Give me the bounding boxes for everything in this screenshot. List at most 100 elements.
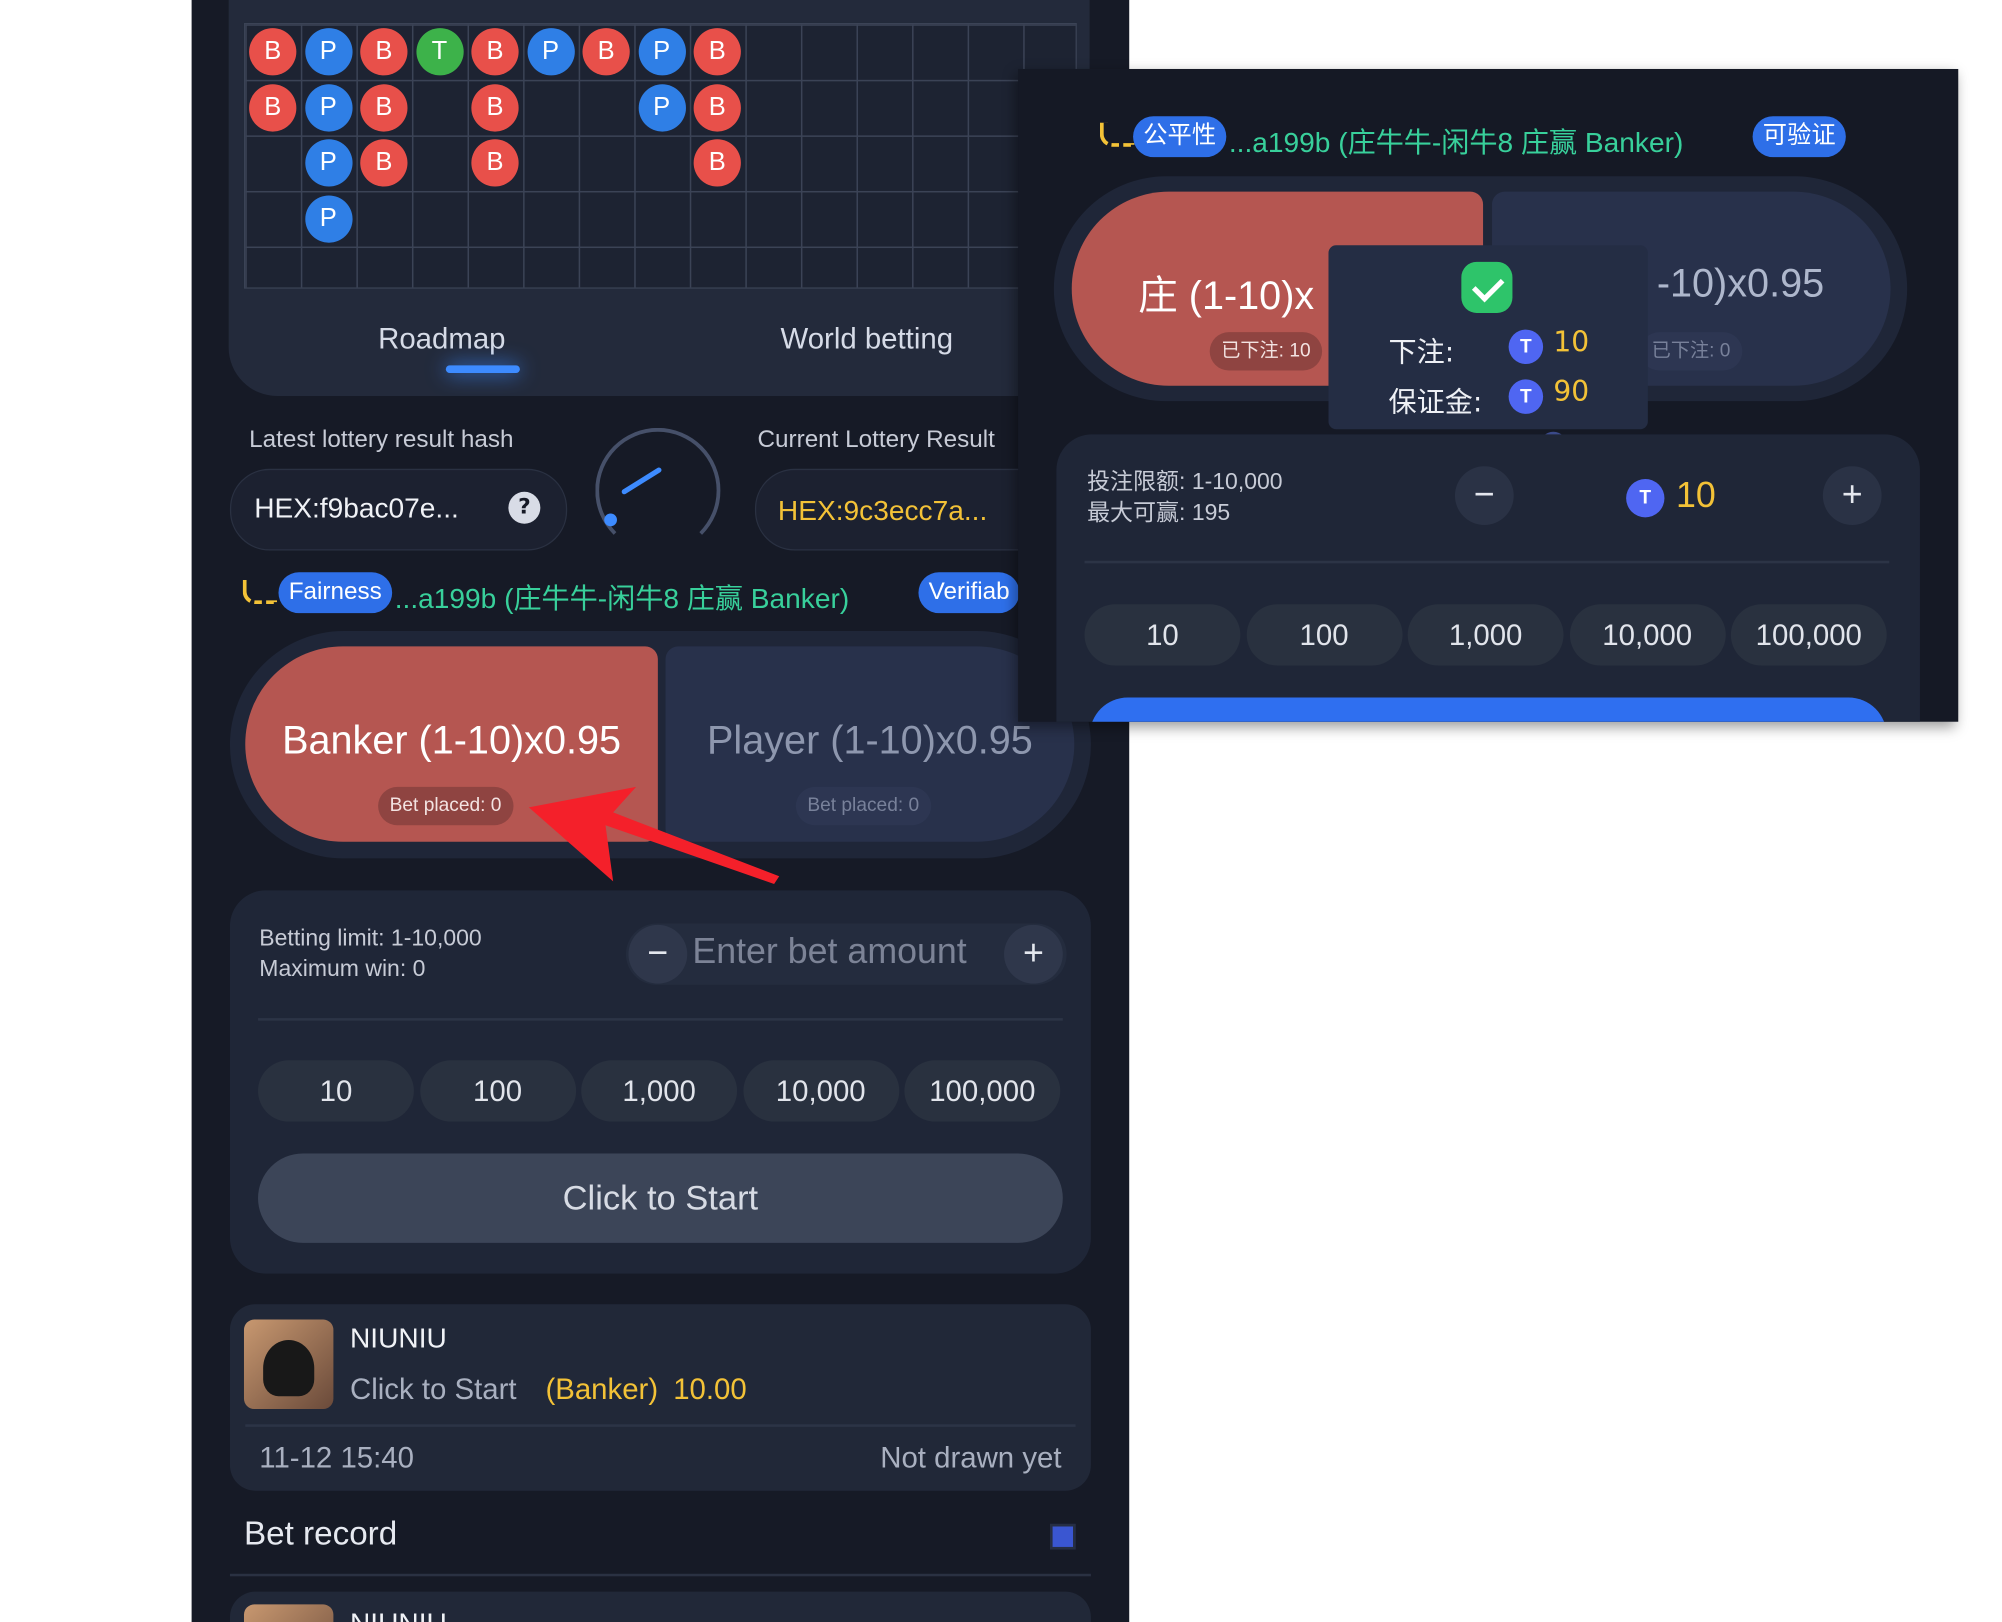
road-bead-b: B [693,139,741,187]
record-amount: 10.00 [673,1371,747,1406]
bet-record-item-2[interactable]: NIUNIU [229,1591,1091,1622]
road-bead-b: B [249,83,297,131]
latest-hash-box[interactable]: HEX:f9bac07e... ? [229,468,568,551]
road-bead-p: P [638,83,686,131]
coin-icon: T [1626,479,1665,518]
road-bead-b: B [693,28,741,76]
bet-record-item[interactable]: NIUNIU Click to Start (Banker) 10.00 11-… [229,1304,1091,1491]
banker-bet-placed: Bet placed: 0 [378,786,513,826]
game-panel: BBPPPPBBBTBBBPBPPBBB Roadmap World betti… [191,0,1130,1622]
current-result-label: Current Lottery Result [757,426,995,454]
record-time: 11-12 15:40 [259,1440,414,1475]
betting-limit: Betting limit: 1-10,000 [259,924,482,951]
overlay-increase-button[interactable]: + [1822,466,1882,526]
help-icon[interactable]: ? [508,491,541,524]
bet-amount-box: − Enter bet amount + [625,923,1067,985]
road-bead-t: T [415,28,464,76]
overlay-player-placed: 已下注: 0 [1640,332,1742,371]
game-avatar-2 [243,1604,334,1622]
record-toggle-icon[interactable] [1050,1523,1076,1550]
coin-icon: T [1508,379,1544,414]
fairness-link-icon [242,579,278,605]
overlay-max-win: 最大可赢: 195 [1087,499,1231,526]
start-button[interactable]: Click to Start [258,1153,1063,1243]
record-divider [245,1424,1076,1427]
roadmap-card: BBPPPPBBBTBBBPBPPBBB Roadmap World betti… [228,0,1090,396]
chip-button[interactable]: 10 [258,1060,414,1122]
overlay-divider [1084,560,1890,564]
latest-hash-value: HEX:f9bac07e... [254,491,459,524]
overlay-banker-placed: 已下注: 10 [1209,332,1323,371]
road-bead-p: P [526,28,575,76]
bull-icon [263,1339,315,1397]
overlay-limit: 投注限额: 1-10,000 [1087,468,1283,495]
road-bead-p: P [304,194,352,243]
latest-hash-label: Latest lottery result hash [249,426,514,454]
game-avatar [243,1319,334,1409]
bet-control-card: Betting limit: 1-10,000 Maximum win: 0 −… [229,890,1091,1274]
fairness-result-text: ...a199b (庄牛牛-闲牛8 庄赢 Banker) [394,582,850,615]
section-divider [229,1573,1091,1577]
road-bead-b: B [249,28,297,76]
divider [258,1018,1063,1021]
overlay-verifiable-pill[interactable]: 可验证 [1752,116,1846,158]
road-bead-p: P [304,139,352,187]
check-icon [1461,261,1513,313]
overlay-player-title: -10)x0.95 [1656,260,1825,306]
road-bead-b: B [471,28,519,76]
verifiable-pill[interactable]: Verifiab [918,572,1020,614]
record-game-name: NIUNIU [350,1322,447,1355]
bet-amount-input[interactable]: Enter bet amount [692,931,966,972]
popup-bet-value: 10 [1553,327,1590,359]
overlay-start-button[interactable] [1089,697,1887,722]
chip-button[interactable]: 1,000 [1407,604,1564,666]
record-side: (Banker) [545,1371,659,1406]
roadmap-grid: BBPPPPBBBTBBBPBPPBBB [243,22,1077,289]
road-bead-b: B [471,83,519,131]
gauge-pivot [604,513,617,527]
chip-button[interactable]: 100,000 [1730,604,1887,666]
popup-margin-value: 90 [1553,376,1590,409]
overlay-screenshot: 公平性 ...a199b (庄牛牛-闲牛8 庄赢 Banker) 可验证 庄 (… [1018,68,1959,722]
current-result-value: HEX:9c3ecc7a... [777,494,988,527]
maximum-win: Maximum win: 0 [259,955,426,982]
chip-button[interactable]: 10 [1084,604,1241,666]
increase-button[interactable]: + [1004,924,1063,984]
overlay-bet-control: 投注限额: 1-10,000 最大可赢: 195 − T 10 + 10 100 1… [1056,434,1920,722]
record2-game-name: NIUNIU [350,1607,447,1622]
coin-icon: T [1508,329,1544,365]
road-bead-p: P [638,28,686,76]
overlay-bet-amount[interactable]: 10 [1676,475,1716,516]
chip-button[interactable]: 100,000 [904,1060,1061,1122]
overlay-banker-title: 庄 (1-10)x [1138,273,1315,319]
popup-bet-label: 下注: [1388,337,1455,370]
record-action: Click to Start [350,1371,517,1406]
overlay-fairness-link-icon [1099,122,1135,147]
road-bead-b: B [693,83,741,131]
player-bet-placed: Bet placed: 0 [795,786,931,826]
road-bead-b: B [582,28,630,76]
overlay-decrease-button[interactable]: − [1454,466,1514,526]
overlay-fairness-pill[interactable]: 公平性 [1133,116,1227,158]
chip-button[interactable]: 10,000 [1569,604,1726,666]
chip-button[interactable]: 100 [419,1060,576,1122]
tab-roadmap[interactable]: Roadmap [378,322,505,356]
tab-active-indicator [445,365,520,374]
road-bead-p: P [304,28,352,76]
banker-title: Banker (1-10)x0.95 [282,717,622,763]
chip-button[interactable]: 1,000 [581,1060,738,1122]
road-bead-b: B [360,83,408,131]
bet-confirm-popup: 下注: T 10 保证金: T 90 [1328,245,1648,430]
tab-world-betting[interactable]: World betting [780,322,953,356]
fairness-pill[interactable]: Fairness [278,572,392,614]
road-bead-b: B [360,139,408,187]
decrease-button[interactable]: − [628,924,688,984]
player-title: Player (1-10)x0.95 [707,717,1033,763]
overlay-fairness-text: ...a199b (庄牛牛-闲牛8 庄赢 Banker) [1228,126,1684,159]
road-bead-p: P [304,83,352,131]
road-bead-b: B [360,28,408,76]
popup-margin-label: 保证金: [1388,387,1483,419]
chip-button[interactable]: 10,000 [742,1060,899,1122]
chip-button[interactable]: 100 [1246,604,1402,666]
red-arrow-annotation [528,786,780,884]
